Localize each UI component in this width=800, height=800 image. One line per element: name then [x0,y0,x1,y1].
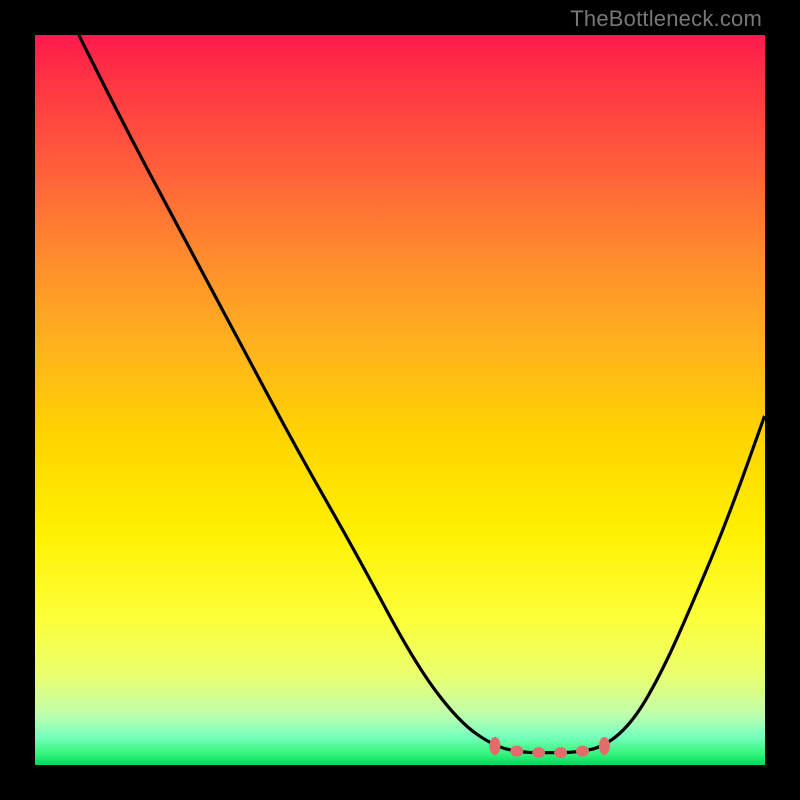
chart-curve [79,35,765,753]
marker-dot [554,747,567,758]
marker-dot [489,737,500,755]
chart-markers [489,737,610,758]
watermark-text: TheBottleneck.com [570,6,762,32]
marker-dot [532,747,545,758]
chart-frame: TheBottleneck.com [0,0,800,800]
marker-dot [510,746,523,757]
marker-dot [576,746,589,757]
chart-svg [35,35,765,765]
marker-dot [599,737,610,755]
plot-area [35,35,765,765]
